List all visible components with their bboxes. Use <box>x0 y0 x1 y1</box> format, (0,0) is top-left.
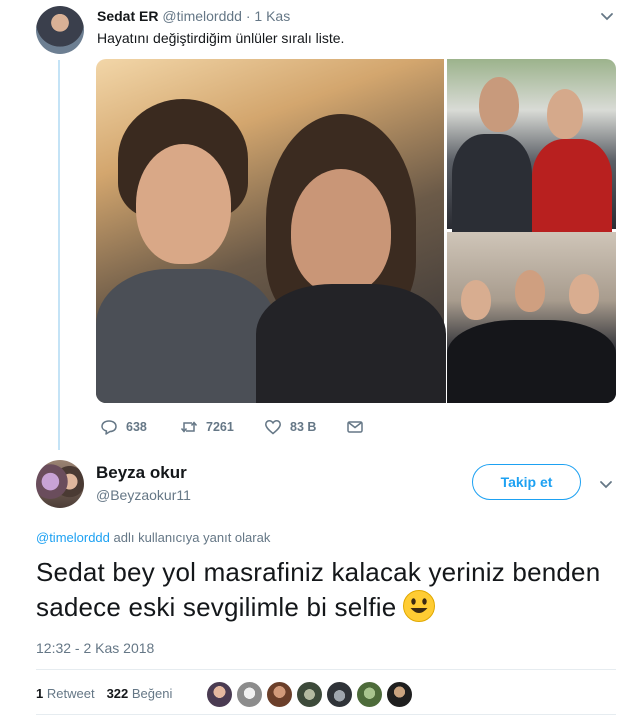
retweet-stat-label: Retweet <box>46 686 95 701</box>
follow-button[interactable]: Takip et <box>472 464 581 500</box>
dm-action[interactable] <box>346 418 364 436</box>
tweet-media-grid[interactable] <box>96 59 616 403</box>
photo-figure <box>532 139 612 234</box>
liker-avatar[interactable] <box>296 681 323 708</box>
photo-figure <box>256 284 446 403</box>
photo-figure <box>136 144 231 264</box>
photo-figure <box>515 270 545 312</box>
meta-separator: · <box>241 8 255 24</box>
original-tweet: Sedat ER @timelorddd · 1 Kas Hayatını de… <box>0 0 635 452</box>
like-stat[interactable]: 322 Beğeni <box>107 686 173 701</box>
chevron-down-icon[interactable] <box>599 8 615 24</box>
reply-author-avatar[interactable] <box>36 460 84 508</box>
retweet-count: 7261 <box>206 420 234 434</box>
reply-to-mention-link[interactable]: @timelorddd <box>36 530 110 545</box>
tweet-actions: 638 7261 83 B <box>96 418 396 438</box>
liker-avatar[interactable] <box>356 681 383 708</box>
author-handle[interactable]: @timelorddd <box>162 8 242 24</box>
reply-context: @timelorddd adlı kullanıcıya yanıt olara… <box>36 530 270 545</box>
reply-to-label: adlı kullanıcıya yanıt olarak <box>109 530 271 545</box>
photo-figure <box>96 269 276 403</box>
photo-figure <box>447 320 616 403</box>
liker-avatar[interactable] <box>236 681 263 708</box>
like-stat-label: Beğeni <box>131 686 173 701</box>
message-icon <box>347 421 363 433</box>
reply-text: Sedat bey yol masrafiniz kalacak yeriniz… <box>36 557 601 622</box>
reply-author-handle[interactable]: @Beyzaokur11 <box>96 487 191 503</box>
photo-figure <box>452 134 532 234</box>
photo-figure <box>291 169 391 294</box>
retweet-action[interactable]: 7261 <box>180 418 234 436</box>
reply-timestamp[interactable]: 12:32 - 2 Kas 2018 <box>36 640 154 656</box>
engagement-stats: 1 Retweet 322 Beğeni <box>36 686 172 701</box>
chevron-down-icon[interactable] <box>598 476 614 492</box>
reply-author-name[interactable]: Beyza okur <box>96 463 187 483</box>
tweet-text: Hayatını değiştirdiğim ünlüler sıralı li… <box>97 30 345 46</box>
smiley-emoji-icon <box>403 590 436 622</box>
liker-avatar[interactable] <box>326 681 353 708</box>
like-count: 83 B <box>290 420 317 434</box>
thread-connector <box>58 60 60 450</box>
author-avatar[interactable] <box>36 6 84 54</box>
photo-figure <box>461 280 491 320</box>
photo-figure <box>569 274 599 314</box>
heart-icon <box>265 420 281 435</box>
reply-text-container: Sedat bey yol masrafiniz kalacak yeriniz… <box>36 556 611 624</box>
photo-street[interactable] <box>447 59 616 234</box>
liker-avatar[interactable] <box>266 681 293 708</box>
author-name[interactable]: Sedat ER <box>97 8 158 24</box>
like-action[interactable]: 83 B <box>264 418 316 436</box>
reply-count: 638 <box>126 420 147 434</box>
retweet-stat[interactable]: 1 Retweet <box>36 686 95 701</box>
reply-icon <box>101 420 117 435</box>
photo-figure <box>547 89 583 139</box>
liker-avatar[interactable] <box>206 681 233 708</box>
photo-figure <box>479 77 519 132</box>
photo-formal[interactable] <box>447 232 616 403</box>
liker-avatar[interactable] <box>386 681 413 708</box>
retweet-icon <box>180 421 198 433</box>
retweet-stat-count: 1 <box>36 686 44 701</box>
photo-selfie[interactable] <box>96 59 446 403</box>
tweet-header: Sedat ER @timelorddd · 1 Kas <box>97 8 290 24</box>
like-stat-count: 322 <box>106 686 129 701</box>
divider <box>36 669 616 670</box>
reply-action[interactable]: 638 <box>100 418 147 436</box>
tweet-time[interactable]: 1 Kas <box>254 8 290 24</box>
likers-avatar-list <box>206 681 413 708</box>
